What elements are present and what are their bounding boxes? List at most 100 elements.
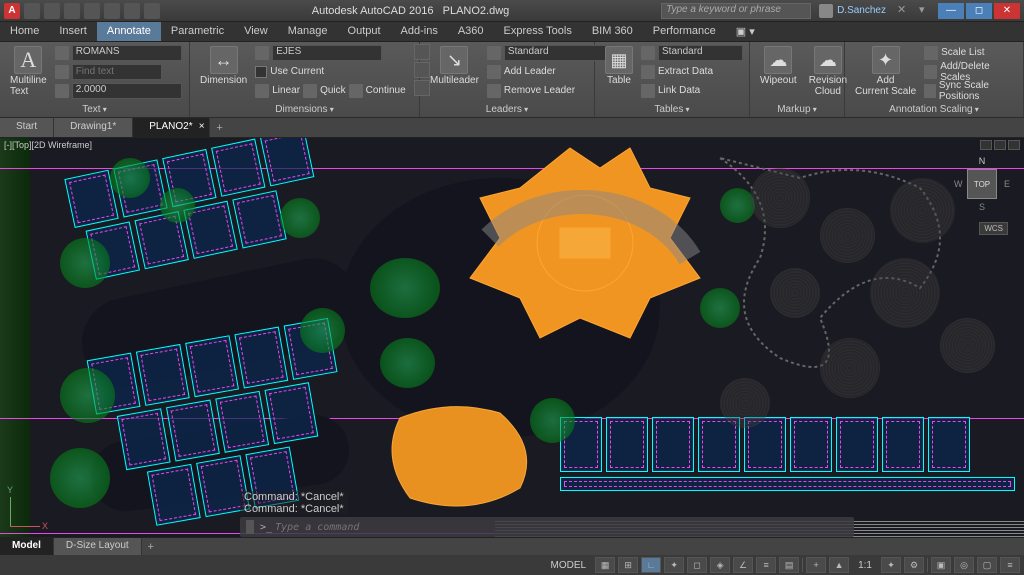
qat-new-icon[interactable] [24,3,40,19]
status-snap-button[interactable]: ⊞ [618,557,638,573]
link-data-button[interactable]: Link Data [658,85,700,96]
filetab-start[interactable]: Start [0,118,54,137]
tab-manage[interactable]: Manage [278,22,338,41]
status-lwt-button[interactable]: ≡ [756,557,776,573]
app-logo-icon[interactable]: A [4,3,20,19]
qat-plot-icon[interactable] [104,3,120,19]
remove-leader-button[interactable]: Remove Leader [504,85,575,96]
tab-annotate[interactable]: Annotate [97,22,161,41]
viewcube-e[interactable]: E [1004,179,1010,189]
tab-view[interactable]: View [234,22,278,41]
vc-min-icon[interactable] [980,140,992,150]
status-isolate-button[interactable]: ◎ [954,557,974,573]
scale-list-button[interactable]: Scale List [941,47,984,58]
status-annovisibility-button[interactable]: ✦ [881,557,901,573]
panel-text-title[interactable]: Text [6,102,183,115]
table-button[interactable]: ▦ Table [601,44,637,88]
tab-a360[interactable]: A360 [448,22,494,41]
status-3dosnap-button[interactable]: ◈ [710,557,730,573]
layout-model[interactable]: Model [0,538,54,555]
status-ortho-button[interactable]: ∟ [641,557,661,573]
help-search-input[interactable]: Type a keyword or phrase [661,3,811,19]
filetab-plano2[interactable]: PLANO2* [133,118,209,137]
drawing-canvas[interactable]: [-][Top][2D Wireframe] N S E W TOP WCS [0,138,1024,537]
tab-focus[interactable]: ▣ ▾ [726,22,765,41]
tab-insert[interactable]: Insert [49,22,97,41]
find-text-input[interactable] [72,64,162,80]
status-otrack-button[interactable]: ∠ [733,557,753,573]
close-button[interactable]: ✕ [994,3,1020,19]
new-tab-button[interactable]: + [210,118,230,137]
multiline-text-button[interactable]: Multiline Text [6,44,51,99]
viewport-label[interactable]: [-][Top][2D Wireframe] [4,140,92,150]
status-annoscale-icon[interactable]: ▲ [829,557,849,573]
tab-parametric[interactable]: Parametric [161,22,234,41]
vc-close-icon[interactable] [1008,140,1020,150]
qat-saveas-icon[interactable] [84,3,100,19]
qat-redo-icon[interactable] [144,3,160,19]
viewcube-s[interactable]: S [979,202,985,212]
tab-expresstools[interactable]: Express Tools [494,22,582,41]
panel-leaders-title[interactable]: Leaders [426,102,588,115]
viewcube[interactable]: N S E W TOP [954,156,1010,212]
sync-icon [924,84,936,98]
tab-output[interactable]: Output [338,22,391,41]
add-current-scale-button[interactable]: ✦ Add Current Scale [851,44,920,99]
command-input[interactable] [275,522,848,533]
status-scale[interactable]: 1:1 [852,560,878,571]
wcs-label[interactable]: WCS [979,222,1008,235]
maximize-button[interactable]: ◻ [966,3,992,19]
user-account[interactable]: D.Sanchez [819,4,886,18]
tab-home[interactable]: Home [0,22,49,41]
add-layout-button[interactable]: + [142,538,160,555]
status-model[interactable]: MODEL [545,560,593,571]
status-grid-button[interactable]: ▦ [595,557,615,573]
status-polar-button[interactable]: ✦ [664,557,684,573]
panel-markup-title[interactable]: Markup [756,102,838,115]
vc-max-icon[interactable] [994,140,1006,150]
height-icon [55,84,69,98]
panel-tables-title[interactable]: Tables [601,102,743,115]
linear-button[interactable]: Linear [272,85,300,96]
sync-scales-button[interactable]: Sync Scale Positions [939,80,1017,102]
continue-button[interactable]: Continue [366,85,406,96]
table-style-dropdown[interactable]: Standard [658,45,743,61]
qat-save-icon[interactable] [64,3,80,19]
multileader-button[interactable]: ↘ Multileader [426,44,483,88]
qat-undo-icon[interactable] [124,3,140,19]
command-line[interactable]: >_ [240,517,854,537]
extract-data-button[interactable]: Extract Data [658,66,713,77]
status-workspace-button[interactable]: ⚙ [904,557,924,573]
panel-dimensions: ↔ Dimension EJES Use Current Linear Quic… [190,42,420,117]
layout-dsize[interactable]: D-Size Layout [54,538,142,555]
status-osnap-button[interactable]: ◻ [687,557,707,573]
tab-bim360[interactable]: BIM 360 [582,22,643,41]
qat-open-icon[interactable] [44,3,60,19]
status-customize-button[interactable]: ≡ [1000,557,1020,573]
status-annomonitor-button[interactable]: + [806,557,826,573]
tab-addins[interactable]: Add-ins [391,22,448,41]
cmdline-grip-icon[interactable] [246,520,254,534]
quick-button[interactable]: Quick [320,85,346,96]
status-hardware-button[interactable]: ▣ [931,557,951,573]
panel-annoscale-title[interactable]: Annotation Scaling [851,102,1017,115]
exchange-icon[interactable]: ✕ [897,3,913,19]
minimize-button[interactable]: — [938,3,964,19]
text-height-dropdown[interactable]: 2.0000 [72,83,182,99]
filetab-drawing1[interactable]: Drawing1* [54,118,133,137]
drawing-tabs: Start Drawing1* PLANO2* + [0,118,1024,138]
text-style-dropdown[interactable]: ROMANS [72,45,182,61]
add-leader-button[interactable]: Add Leader [504,66,556,77]
tab-performance[interactable]: Performance [643,22,726,41]
viewcube-w[interactable]: W [954,179,963,189]
dimension-button[interactable]: ↔ Dimension [196,44,251,88]
use-current-checkbox[interactable] [255,66,267,78]
viewcube-face[interactable]: TOP [967,169,997,199]
status-transparency-button[interactable]: ▤ [779,557,799,573]
dim-style-dropdown[interactable]: EJES [272,45,382,61]
panel-dimensions-title[interactable]: Dimensions [196,102,413,115]
wipeout-button[interactable]: ☁ Wipeout [756,44,801,88]
help-dropdown-icon[interactable]: ▾ [919,3,935,19]
viewcube-n[interactable]: N [979,156,986,166]
status-cleanscreen-button[interactable]: ▢ [977,557,997,573]
